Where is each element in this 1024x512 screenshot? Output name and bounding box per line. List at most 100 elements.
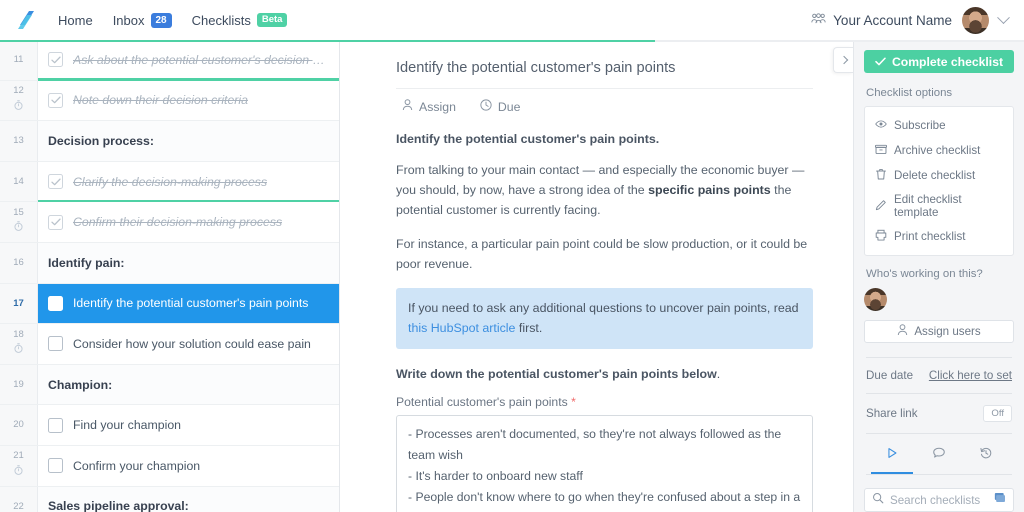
task-checkbox[interactable]	[48, 458, 63, 474]
main-nav: Home Inbox 28 Checklists Beta	[58, 12, 288, 28]
checklist-option-edit-checklist-template[interactable]: Edit checklist template	[865, 188, 1013, 224]
task-content: Consider how your solution could ease pa…	[38, 336, 339, 352]
nav-item-inbox[interactable]: Inbox 28	[112, 12, 172, 28]
task-list-heading[interactable]: 22 Sales pipeline approval:	[0, 486, 339, 512]
assign-button[interactable]: Assign	[402, 99, 456, 114]
para1-bold: specific pains points	[648, 183, 771, 198]
search-icon	[872, 491, 884, 509]
task-list-item[interactable]: 15 Confirm their decision-making process	[0, 202, 339, 243]
pencil-icon	[875, 199, 887, 214]
task-list-item[interactable]: 11 Ask about the potential customer's dec…	[0, 40, 339, 81]
task-number: 13	[13, 135, 24, 147]
task-paragraph-1: From talking to your main contact — and …	[396, 160, 813, 220]
stopwatch-icon	[14, 218, 23, 236]
collapse-right-panel-button[interactable]	[833, 47, 853, 73]
task-number-column: 22	[0, 486, 38, 512]
task-number-column: 12	[0, 80, 38, 121]
nav-item-label: Inbox	[112, 12, 145, 28]
checklist-side-panel: Complete checklist Checklist options Sub…	[853, 40, 1024, 512]
share-link-toggle[interactable]: Off	[983, 404, 1012, 422]
nav-item-home[interactable]: Home	[58, 14, 93, 27]
hubspot-article-link[interactable]: this HubSpot article	[408, 321, 515, 335]
task-label: Identify the potential customer's pain p…	[73, 296, 309, 311]
due-button[interactable]: Due	[480, 99, 520, 114]
task-list-item[interactable]: 21 Confirm your champion	[0, 445, 339, 487]
task-label: Clarify the decision-making process	[73, 174, 268, 189]
task-number-column: 14	[0, 161, 38, 202]
task-content: Confirm their decision-making process	[38, 214, 339, 230]
checklist-option-label: Print checklist	[894, 230, 966, 244]
task-checkbox[interactable]	[48, 174, 63, 190]
task-list-item[interactable]: 17 Identify the potential customer's pain…	[0, 283, 339, 325]
task-number: 17	[13, 297, 24, 309]
tab-activity[interactable]	[870, 442, 913, 474]
checklist-option-label: Delete checklist	[894, 169, 976, 183]
task-checkbox[interactable]	[48, 52, 63, 68]
body: 11 Ask about the potential customer's dec…	[0, 40, 1024, 512]
task-checkbox[interactable]	[48, 295, 63, 311]
chevron-down-icon[interactable]	[997, 10, 1010, 24]
task-number: 15	[13, 206, 24, 218]
task-number-column: 18	[0, 324, 38, 364]
task-content: Sales pipeline approval:	[38, 499, 339, 512]
checklist-stack-icon[interactable]	[993, 491, 1006, 509]
set-due-date-link[interactable]: Click here to set	[929, 369, 1012, 382]
task-content: Ask about the potential customer's decis…	[38, 52, 339, 68]
task-label: Confirm their decision-making process	[73, 215, 283, 230]
clock-icon	[480, 99, 492, 114]
pain-points-textarea[interactable]: - Processes aren't documented, so they'r…	[396, 414, 813, 512]
assignee-avatar[interactable]	[864, 288, 887, 312]
task-list-item[interactable]: 18 Consider how your solution could ease …	[0, 324, 339, 365]
printer-icon	[875, 229, 887, 244]
task-heading-label: Champion:	[48, 377, 113, 392]
tab-history[interactable]	[971, 442, 1001, 474]
checklist-option-archive-checklist[interactable]: Archive checklist	[865, 138, 1013, 163]
checklist-option-delete-checklist[interactable]: Delete checklist	[865, 163, 1013, 188]
search-input[interactable]	[890, 493, 987, 507]
task-list-heading[interactable]: 16 Identify pain:	[0, 242, 339, 284]
search-checklists-box[interactable]	[864, 488, 1014, 512]
activity-play-icon	[885, 447, 899, 464]
tab-comments[interactable]	[924, 442, 954, 474]
checklist-options-label: Checklist options	[866, 87, 953, 100]
checklist-task-list[interactable]: 11 Ask about the potential customer's dec…	[0, 40, 340, 512]
task-checkbox[interactable]	[48, 417, 63, 433]
nav-item-checklists[interactable]: Checklists Beta	[192, 12, 288, 28]
task-list-item[interactable]: 14 Clarify the decision-making process	[0, 161, 339, 203]
person-icon	[402, 99, 413, 114]
complete-checklist-button[interactable]: Complete checklist	[864, 50, 1014, 74]
task-label: Consider how your solution could ease pa…	[73, 336, 311, 351]
write-down-text: Write down the potential customer's pain…	[396, 366, 717, 381]
task-heading-label: Sales pipeline approval:	[48, 499, 189, 512]
check-icon	[875, 55, 886, 69]
task-label: Confirm your champion	[73, 458, 201, 473]
process-street-logo-icon[interactable]	[14, 7, 40, 33]
task-list-item[interactable]: 12 Note down their decision criteria	[0, 80, 339, 122]
task-number-column: 13	[0, 121, 38, 161]
task-number: 14	[13, 175, 24, 187]
account-name: Your Account Name	[833, 12, 952, 28]
inbox-count-badge: 28	[150, 12, 172, 28]
top-header: Home Inbox 28 Checklists Beta Your Accou…	[0, 0, 1024, 40]
task-checkbox[interactable]	[48, 214, 63, 230]
assign-users-button[interactable]: Assign users	[864, 320, 1014, 343]
task-list-heading[interactable]: 13 Decision process:	[0, 121, 339, 162]
people-group-icon	[811, 12, 826, 28]
complete-checklist-label: Complete checklist	[891, 54, 1004, 69]
callout-part-b: first.	[515, 320, 543, 335]
account-menu[interactable]: Your Account Name	[811, 13, 952, 28]
task-list-heading[interactable]: 19 Champion:	[0, 364, 339, 406]
task-heading-label: Identify pain:	[48, 255, 125, 270]
task-checkbox[interactable]	[48, 92, 63, 108]
task-number-column: 11	[0, 40, 38, 80]
task-list-item[interactable]: 20 Find your champion	[0, 405, 339, 446]
checklist-option-print-checklist[interactable]: Print checklist	[865, 224, 1013, 249]
task-content: Champion:	[38, 378, 339, 392]
avatar[interactable]	[962, 6, 989, 34]
task-label: Ask about the potential customer's decis…	[73, 52, 327, 67]
field-label-text: Potential customer's pain points	[396, 394, 568, 409]
write-down-instruction: Write down the potential customer's pain…	[396, 367, 813, 381]
app-root: Home Inbox 28 Checklists Beta Your Accou…	[0, 0, 1024, 512]
checklist-option-subscribe[interactable]: Subscribe	[865, 113, 1013, 138]
task-checkbox[interactable]	[48, 336, 63, 352]
